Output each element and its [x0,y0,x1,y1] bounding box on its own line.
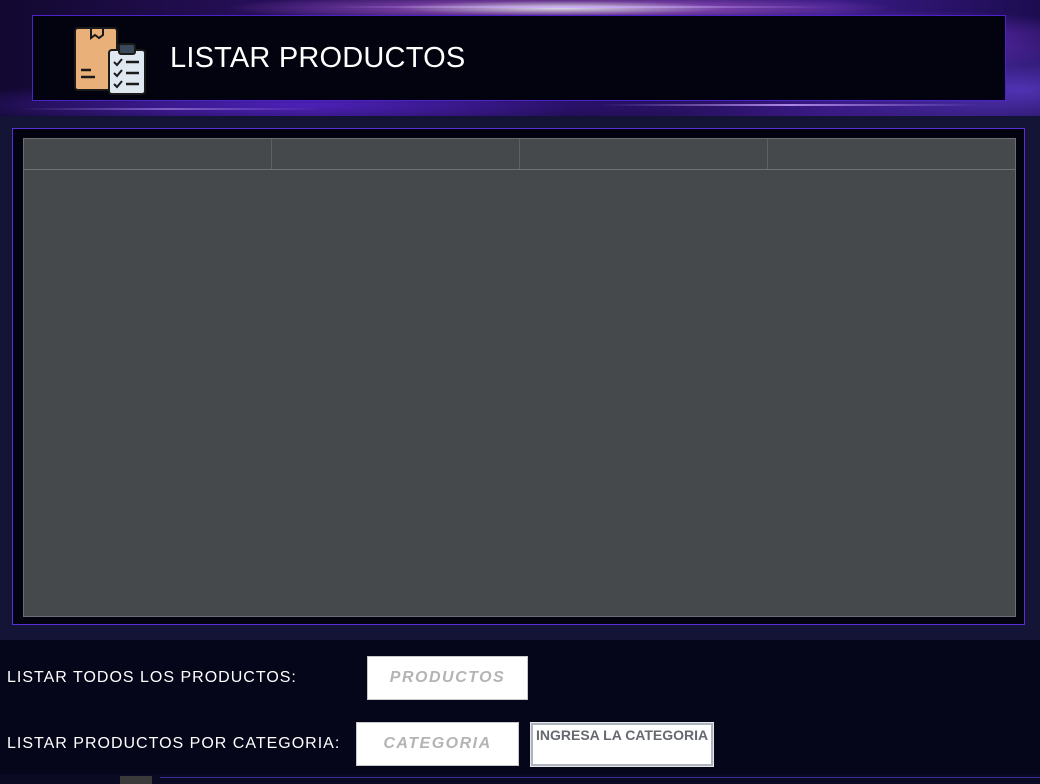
products-table[interactable] [23,138,1016,617]
app-window: LISTAR PRODUCTOS LISTAR TODOS LOS PRODUC… [0,0,1040,784]
header-box: LISTAR PRODUCTOS [32,15,1006,101]
table-panel [0,116,1040,640]
list-all-products-button[interactable]: PRODUCTOS [367,656,528,700]
table-column-header[interactable] [272,139,520,169]
list-by-category-label: LISTAR PRODUCTOS POR CATEGORIA: [7,735,341,752]
table-column-header[interactable] [520,139,768,169]
list-all-label: LISTAR TODOS LOS PRODUCTOS: [7,669,297,686]
table-header [24,139,1015,170]
bottom-strip [0,774,1040,784]
list-by-category-button[interactable]: CATEGORIA [356,722,519,766]
category-input[interactable]: INGRESA LA CATEGORIA [530,722,714,767]
page-title: LISTAR PRODUCTOS [170,42,466,74]
actions-panel: LISTAR TODOS LOS PRODUCTOS: PRODUCTOS LI… [0,640,1040,784]
table-column-header[interactable] [24,139,272,169]
product-checklist-icon [73,22,147,96]
table-column-header[interactable] [768,139,1015,169]
header-banner: LISTAR PRODUCTOS [0,0,1040,116]
table-frame [12,128,1025,625]
